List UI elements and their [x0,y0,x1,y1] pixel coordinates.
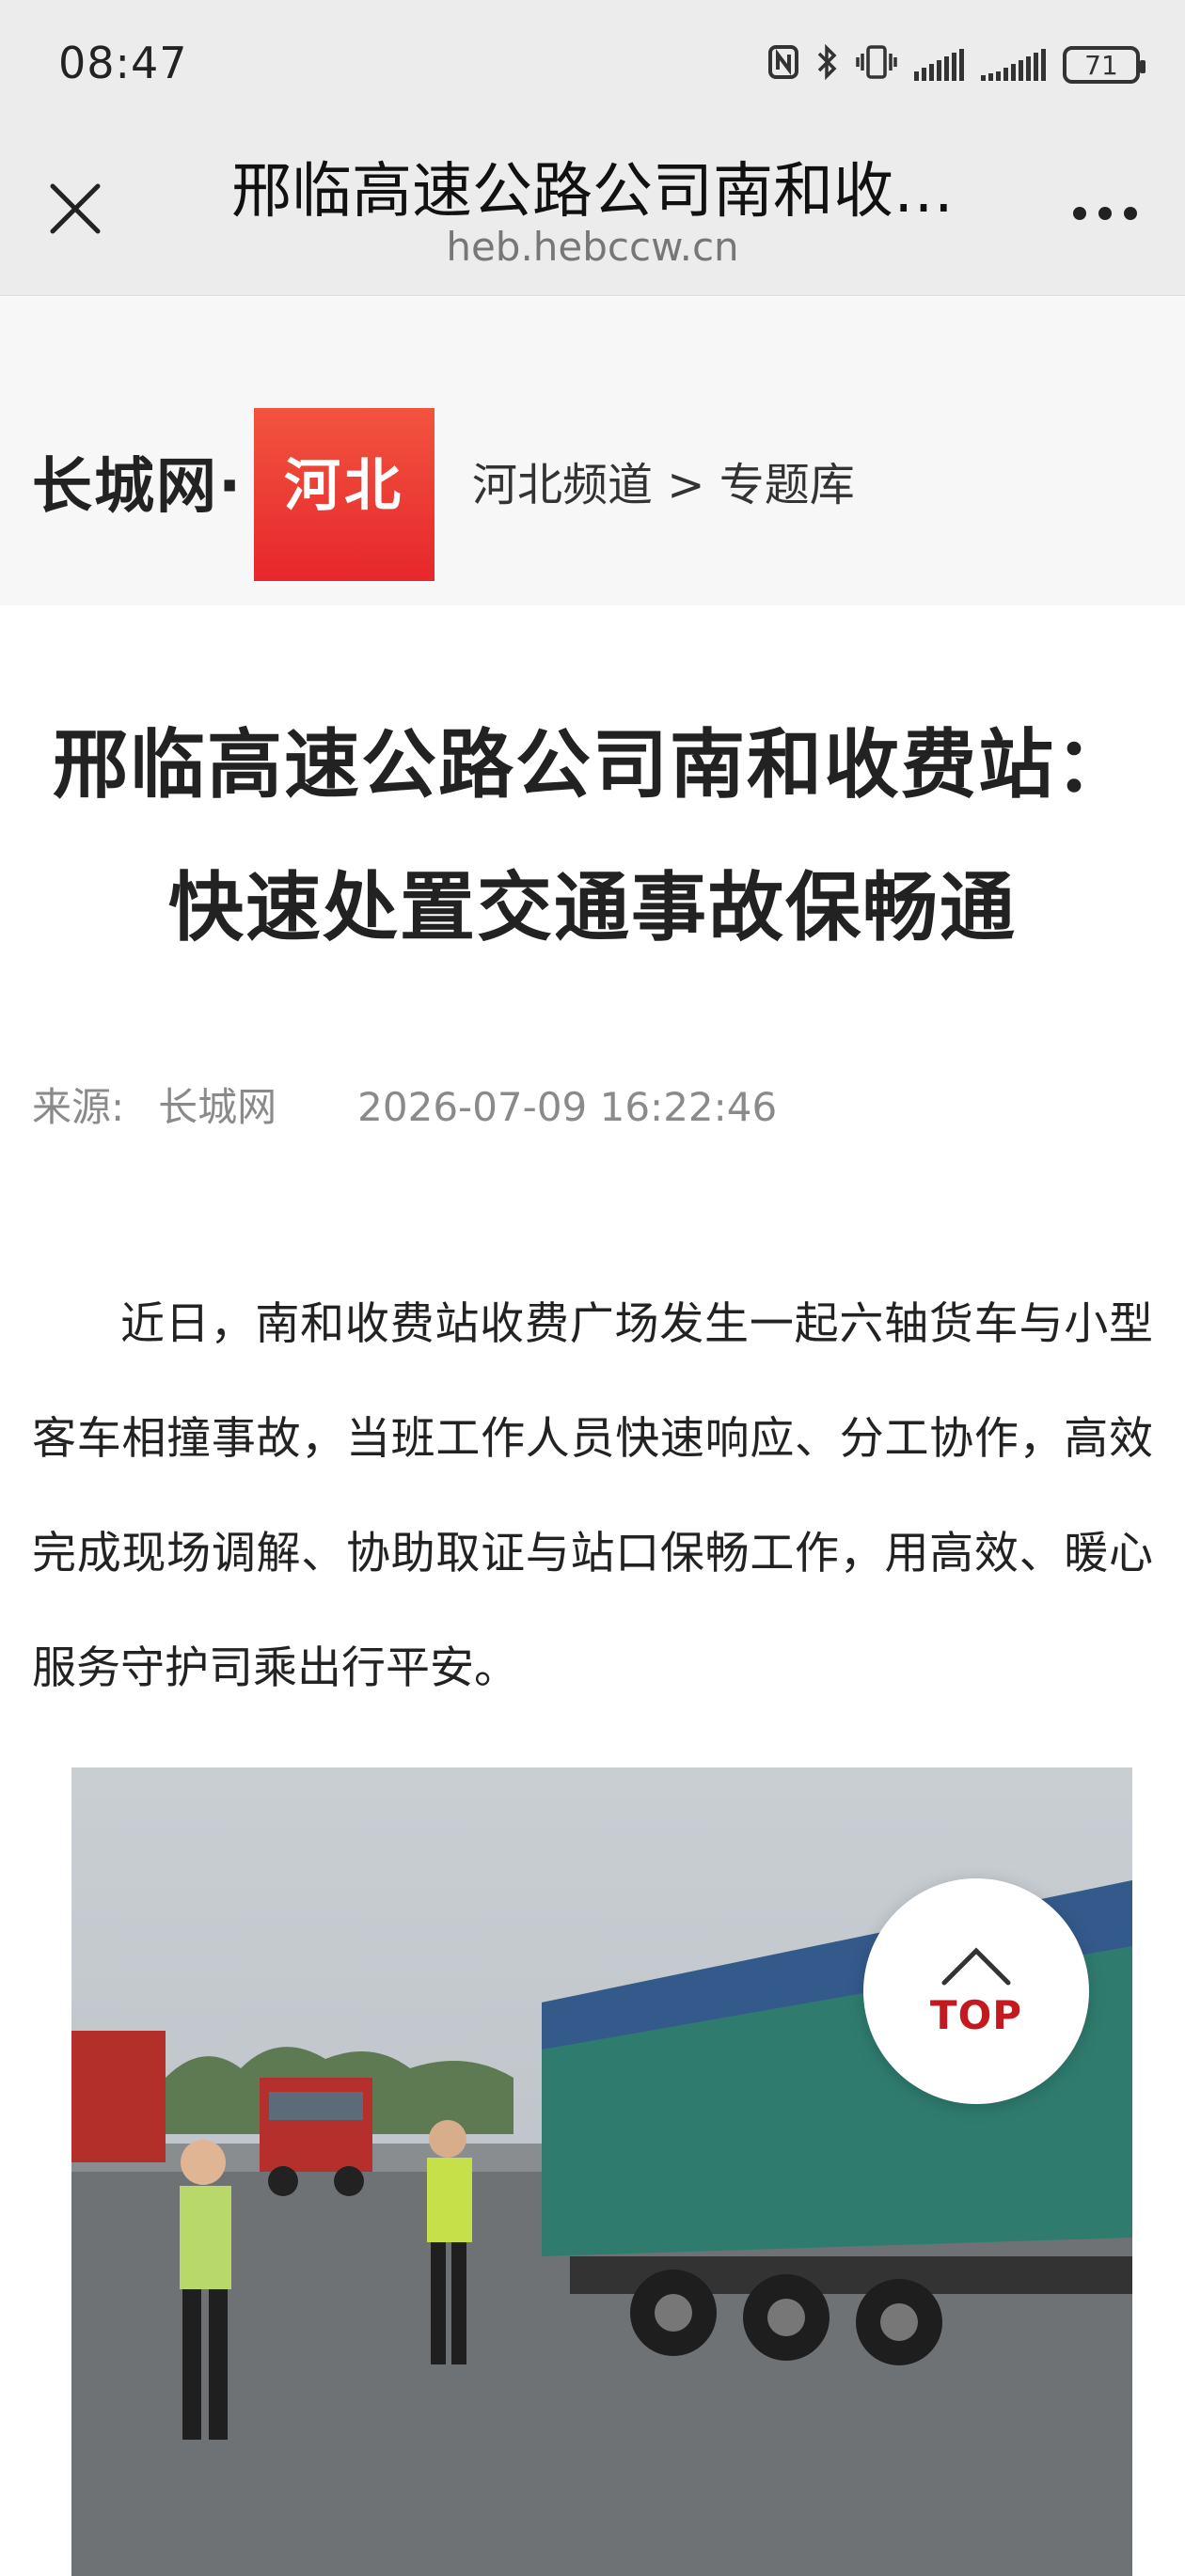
article-title: 邢临高速公路公司南和收费站：快速处置交通事故保畅通 [53,721,1132,951]
battery-icon: 71 [1063,46,1146,84]
back-to-top-button[interactable]: TOP [863,1878,1089,2104]
status-time: 08:47 [58,38,188,88]
browser-nav-bar: 邢临高速公路公司南和收… heb.hebccw.cn [0,132,1185,296]
article-paragraph: 近日，南和收费站收费广场发生一起六轴货车与小型客车相撞事故，当班工作人员快速响应… [32,1298,1153,1694]
more-icon [1073,207,1086,220]
more-button[interactable] [1063,181,1147,246]
chevron-up-icon [941,1946,1011,1985]
site-logo[interactable]: 长城网· [32,438,243,525]
close-button[interactable] [38,171,113,246]
site-header: 长城网· 河北 河北频道 > 专题库 [0,297,1185,605]
bluetooth-icon [816,43,839,86]
publish-date: 2026-07-09 16:22:46 [357,1084,778,1130]
battery-level: 71 [1084,49,1118,81]
back-to-top-label: TOP [929,1991,1023,2038]
logo-badge[interactable]: 河北 [254,408,434,581]
page-url: heb.hebccw.cn [446,224,739,270]
status-icons: 71 [767,41,1146,88]
page-title: 邢临高速公路公司南和收… [231,157,954,227]
signal-icon [981,49,1046,81]
breadcrumb[interactable]: 河北频道 > 专题库 [472,448,855,513]
article-meta: 来源: 长城网 2026-07-09 16:22:46 [32,1076,811,1133]
source-label: 来源: [32,1084,125,1130]
nfc-icon [767,44,799,86]
close-icon [50,183,101,234]
source-name: 长城网 [158,1084,277,1130]
signal-icon [914,49,964,81]
vibrate-icon [856,44,897,86]
status-bar: 08:47 71 [0,0,1185,132]
